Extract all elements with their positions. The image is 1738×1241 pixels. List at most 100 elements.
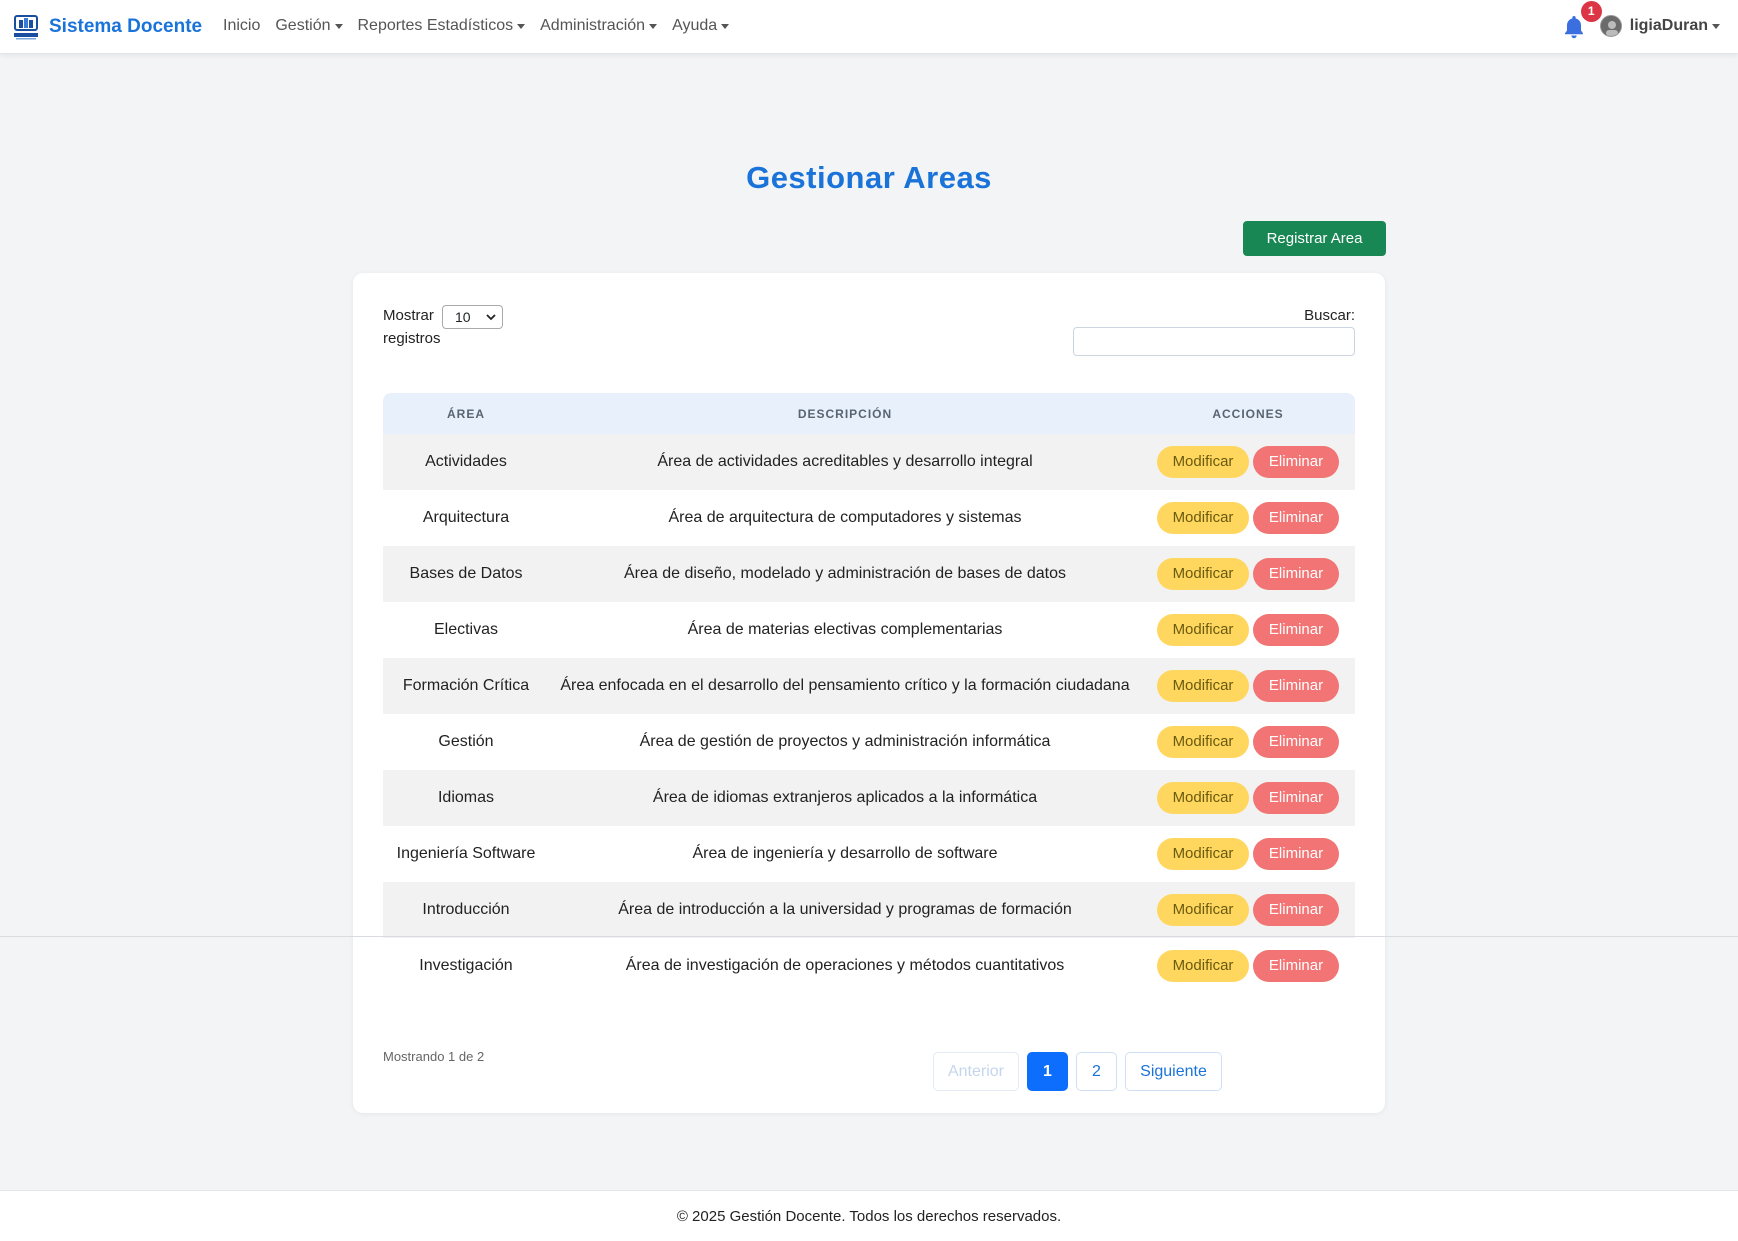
notifications-button[interactable]: 1 — [1562, 1, 1602, 40]
nav-gestion[interactable]: Gestión — [275, 17, 343, 35]
delete-button[interactable]: Eliminar — [1253, 782, 1339, 814]
cell-descripcion: Área enfocada en el desarrollo del pensa… — [560, 677, 1130, 694]
modify-button[interactable]: Modificar — [1157, 950, 1249, 982]
table-row: Introducción Área de introducción a la u… — [383, 882, 1355, 938]
main-nav: Inicio Gestión Reportes Estadísticos Adm… — [223, 17, 744, 35]
row-actions: Modificar Eliminar — [1141, 782, 1355, 814]
cell-descripcion: Área de idiomas extranjeros aplicados a … — [652, 789, 1038, 806]
table-info: Mostrando 1 de 2 — [383, 1049, 485, 1064]
top-navbar: Sistema Docente Inicio Gestión Reportes … — [0, 0, 1738, 54]
pagination-page-2[interactable]: 2 — [1076, 1052, 1117, 1091]
modify-button[interactable]: Modificar — [1157, 894, 1249, 926]
nav-administracion-label: Administración — [540, 17, 646, 34]
header-descripcion[interactable]: DESCRIPCIÓN — [549, 407, 1141, 421]
modify-button[interactable]: Modificar — [1157, 614, 1249, 646]
search-label: Buscar: — [1304, 307, 1355, 324]
register-area-button[interactable]: Registrar Area — [1243, 221, 1386, 256]
cell-area: Electivas — [433, 621, 499, 638]
footer: © 2025 Gestión Docente. Todos los derech… — [0, 1190, 1738, 1241]
cell-descripcion: Área de arquitectura de computadores y s… — [668, 509, 1022, 526]
row-actions: Modificar Eliminar — [1141, 950, 1355, 982]
modify-button[interactable]: Modificar — [1157, 782, 1249, 814]
page-length-value: 10 — [455, 309, 471, 325]
pagination-prev[interactable]: Anterior — [933, 1052, 1019, 1091]
areas-table: ÁREA DESCRIPCIÓN ACCIONES Actividades Ár… — [383, 393, 1355, 994]
nav-administracion[interactable]: Administración — [540, 17, 658, 35]
pagination: Anterior 1 2 Siguiente — [933, 1052, 1222, 1091]
pagination-page-1[interactable]: 1 — [1027, 1052, 1068, 1091]
search-input[interactable] — [1073, 327, 1355, 356]
modify-button[interactable]: Modificar — [1157, 726, 1249, 758]
table-row: Actividades Área de actividades acredita… — [383, 434, 1355, 490]
modify-button[interactable]: Modificar — [1157, 502, 1249, 534]
nav-reportes[interactable]: Reportes Estadísticos — [358, 17, 526, 35]
length-suffix: registros — [383, 330, 441, 347]
table-row: Ingeniería Software Área de ingeniería y… — [383, 826, 1355, 882]
modify-button[interactable]: Modificar — [1157, 838, 1249, 870]
cell-descripcion: Área de gestión de proyectos y administr… — [639, 733, 1051, 750]
username-label: ligiaDuran — [1629, 17, 1708, 34]
areas-card: Mostrar 10 registros Buscar: ÁREA DESCRI… — [353, 273, 1385, 1113]
caret-down-icon — [334, 23, 343, 29]
cell-area: Ingeniería Software — [396, 845, 536, 862]
delete-button[interactable]: Eliminar — [1253, 894, 1339, 926]
row-actions: Modificar Eliminar — [1141, 838, 1355, 870]
row-actions: Modificar Eliminar — [1141, 894, 1355, 926]
nav-gestion-label: Gestión — [275, 17, 331, 34]
length-label: Mostrar — [383, 307, 434, 324]
nav-inicio-label: Inicio — [223, 17, 261, 34]
table-row: Formación Crítica Área enfocada en el de… — [383, 658, 1355, 714]
modify-button[interactable]: Modificar — [1157, 558, 1249, 590]
footer-text: © 2025 Gestión Docente. Todos los derech… — [676, 1208, 1062, 1225]
header-area[interactable]: ÁREA — [383, 407, 549, 421]
modify-button[interactable]: Modificar — [1157, 670, 1249, 702]
university-logo-icon — [12, 13, 40, 41]
delete-button[interactable]: Eliminar — [1253, 558, 1339, 590]
table-row: Bases de Datos Área de diseño, modelado … — [383, 546, 1355, 602]
avatar[interactable] — [1599, 15, 1622, 37]
modify-button[interactable]: Modificar — [1157, 446, 1249, 478]
caret-down-icon — [649, 23, 658, 29]
nav-ayuda[interactable]: Ayuda — [672, 17, 730, 35]
delete-button[interactable]: Eliminar — [1253, 502, 1339, 534]
user-area: 1 ligiaDuran — [1562, 1, 1720, 40]
pagination-next[interactable]: Siguiente — [1125, 1052, 1222, 1091]
cell-area: Actividades — [425, 453, 507, 470]
brand-title: Sistema Docente — [49, 16, 203, 37]
cell-area: Arquitectura — [422, 509, 510, 526]
cell-descripcion: Área de actividades acreditables y desar… — [657, 453, 1033, 470]
row-actions: Modificar Eliminar — [1141, 614, 1355, 646]
nav-reportes-label: Reportes Estadísticos — [357, 17, 514, 34]
delete-button[interactable]: Eliminar — [1253, 726, 1339, 758]
cell-descripcion: Área de diseño, modelado y administració… — [623, 565, 1067, 582]
notification-badge: 1 — [1580, 1, 1602, 22]
row-actions: Modificar Eliminar — [1141, 502, 1355, 534]
delete-button[interactable]: Eliminar — [1253, 614, 1339, 646]
row-actions: Modificar Eliminar — [1141, 558, 1355, 590]
row-actions: Modificar Eliminar — [1141, 446, 1355, 478]
cell-area: Gestión — [438, 733, 494, 750]
nav-inicio[interactable]: Inicio — [223, 17, 260, 35]
delete-button[interactable]: Eliminar — [1253, 446, 1339, 478]
bell-icon — [1564, 16, 1583, 39]
table-row: Idiomas Área de idiomas extranjeros apli… — [383, 770, 1355, 826]
page-title: Gestionar Areas — [746, 160, 992, 195]
caret-down-icon — [721, 23, 730, 29]
cell-descripcion: Área de materias electivas complementari… — [687, 621, 1003, 638]
cell-area: Idiomas — [437, 789, 495, 806]
delete-button[interactable]: Eliminar — [1253, 950, 1339, 982]
user-menu[interactable]: ligiaDuran — [1630, 17, 1720, 35]
page-length-select[interactable]: 10 — [442, 305, 503, 329]
cell-descripcion: Área de introducción a la universidad y … — [618, 901, 1072, 918]
table-row: Electivas Área de materias electivas com… — [383, 602, 1355, 658]
table-row: Arquitectura Área de arquitectura de com… — [383, 490, 1355, 546]
divider — [0, 936, 1738, 937]
header-acciones: ACCIONES — [1212, 406, 1284, 421]
delete-button[interactable]: Eliminar — [1253, 670, 1339, 702]
chevron-down-icon — [486, 314, 496, 321]
cell-descripcion: Área de investigación de operaciones y m… — [625, 957, 1065, 974]
brand[interactable]: Sistema Docente — [12, 13, 202, 41]
table-header: ÁREA DESCRIPCIÓN ACCIONES — [383, 393, 1355, 434]
delete-button[interactable]: Eliminar — [1253, 838, 1339, 870]
table-row: Gestión Área de gestión de proyectos y a… — [383, 714, 1355, 770]
